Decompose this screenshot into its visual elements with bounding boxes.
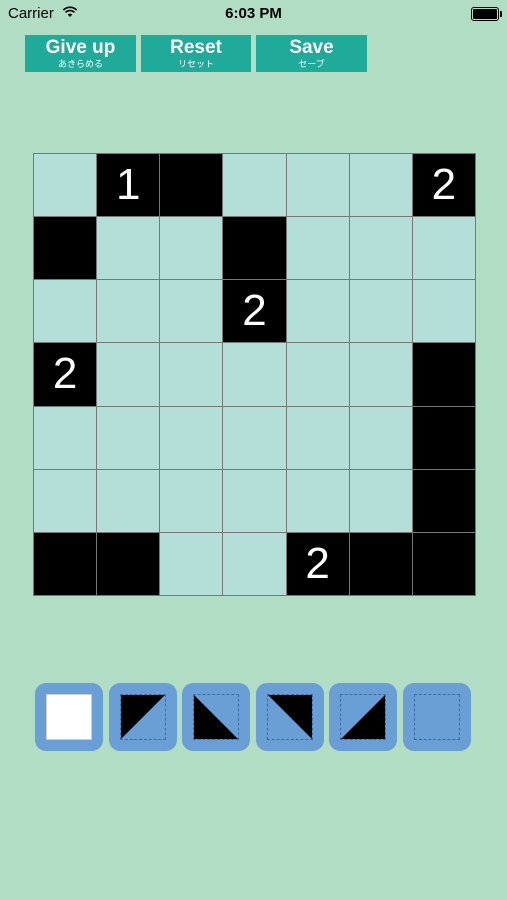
clue-number: 2 [242, 286, 267, 336]
board-cell-r2-c4[interactable] [223, 217, 286, 280]
board-cell-r3-c4[interactable]: 2 [223, 280, 286, 343]
board-cell-r5-c4[interactable] [223, 406, 286, 469]
give-up-button[interactable]: Give up あきらめる [25, 35, 136, 72]
board-cell-r6-c5[interactable] [286, 469, 349, 532]
board-cell-r1-c4[interactable] [223, 154, 286, 217]
reset-button[interactable]: Reset リセット [141, 35, 251, 72]
board-cell-r7-c5[interactable]: 2 [286, 532, 349, 595]
board-cell-r1-c3[interactable] [160, 154, 223, 217]
board-cell-r6-c4[interactable] [223, 469, 286, 532]
board-cell-r5-c5[interactable] [286, 406, 349, 469]
board-cell-r4-c3[interactable] [160, 343, 223, 406]
board-cell-r4-c1[interactable]: 2 [34, 343, 97, 406]
board-cell-r1-c7[interactable]: 2 [412, 154, 475, 217]
board-cell-r7-c2[interactable] [97, 532, 160, 595]
battery-icon [471, 7, 502, 21]
board-cell-r3-c7[interactable] [412, 280, 475, 343]
tile-preview [340, 694, 386, 740]
give-up-label: Give up [45, 37, 116, 58]
reset-sublabel: リセット [177, 59, 214, 69]
triangle-icon [267, 695, 312, 739]
board-cell-r2-c3[interactable] [160, 217, 223, 280]
board-cell-r6-c1[interactable] [34, 469, 97, 532]
board-cell-r7-c3[interactable] [160, 532, 223, 595]
board-cell-r5-c1[interactable] [34, 406, 97, 469]
triangle-icon [120, 695, 165, 739]
tile-palette [35, 683, 471, 753]
board-cell-r4-c4[interactable] [223, 343, 286, 406]
save-sublabel: セーブ [298, 59, 325, 69]
save-label: Save [289, 37, 334, 58]
clue-number: 2 [431, 160, 457, 210]
board-cell-r3-c3[interactable] [160, 280, 223, 343]
tile-triangle-bottom-right[interactable] [329, 683, 397, 751]
board-cell-r6-c6[interactable] [349, 469, 412, 532]
board-cell-r6-c7[interactable] [412, 469, 475, 532]
give-up-sublabel: あきらめる [57, 59, 103, 69]
tile-empty[interactable] [402, 683, 471, 751]
board-cell-r3-c1[interactable] [34, 280, 97, 343]
board-cell-r4-c6[interactable] [349, 343, 412, 406]
board-cell-r3-c6[interactable] [349, 280, 412, 343]
board-cell-r1-c5[interactable] [286, 154, 349, 217]
board-cell-r2-c2[interactable] [97, 217, 160, 280]
board-cell-r5-c7[interactable] [412, 406, 475, 469]
board-cell-r2-c1[interactable] [34, 217, 97, 280]
triangle-icon [194, 695, 238, 739]
tile-preview [119, 694, 166, 740]
board-cell-r7-c6[interactable] [349, 532, 412, 595]
tile-triangle-bottom-left[interactable] [108, 683, 177, 751]
tile-preview [193, 694, 239, 740]
save-button[interactable]: Save セーブ [256, 35, 367, 72]
board-cell-r1-c2[interactable]: 1 [97, 154, 160, 217]
board-cell-r5-c6[interactable] [349, 406, 412, 469]
board-cell-r7-c4[interactable] [223, 532, 286, 595]
board-cell-r1-c6[interactable] [349, 154, 412, 217]
board-cell-r3-c2[interactable] [97, 280, 160, 343]
tile-preview [413, 694, 460, 740]
tile-triangle-top-right-diag[interactable] [182, 683, 250, 751]
board-cell-r3-c5[interactable] [286, 280, 349, 343]
reset-label: Reset [170, 37, 222, 58]
board-cell-r7-c1[interactable] [34, 532, 97, 595]
board-cell-r6-c3[interactable] [160, 469, 223, 532]
puzzle-board: 1 2 2 2 2 [33, 153, 476, 596]
status-bar: Carrier 6:03 PM [0, 0, 507, 28]
board-cell-r7-c7[interactable] [412, 532, 475, 595]
tile-preview [46, 694, 92, 740]
board-cell-r2-c6[interactable] [349, 217, 412, 280]
board-cell-r4-c7[interactable] [412, 343, 475, 406]
tile-preview [266, 694, 313, 740]
clock: 6:03 PM [225, 5, 282, 22]
board-cell-r2-c7[interactable] [412, 217, 475, 280]
tile-triangle-top-right[interactable] [255, 683, 324, 751]
triangle-icon [341, 695, 385, 739]
clue-number: 2 [52, 349, 78, 399]
board-cell-r2-c5[interactable] [286, 217, 349, 280]
clue-number: 1 [115, 160, 141, 210]
board-cell-r1-c1[interactable] [34, 154, 97, 217]
board-cell-r5-c2[interactable] [97, 406, 160, 469]
board-cell-r4-c2[interactable] [97, 343, 160, 406]
board-cell-r5-c3[interactable] [160, 406, 223, 469]
clue-number: 2 [305, 538, 330, 588]
board-cell-r6-c2[interactable] [97, 469, 160, 532]
board-cell-r4-c5[interactable] [286, 343, 349, 406]
tile-white-selected[interactable] [35, 683, 103, 751]
